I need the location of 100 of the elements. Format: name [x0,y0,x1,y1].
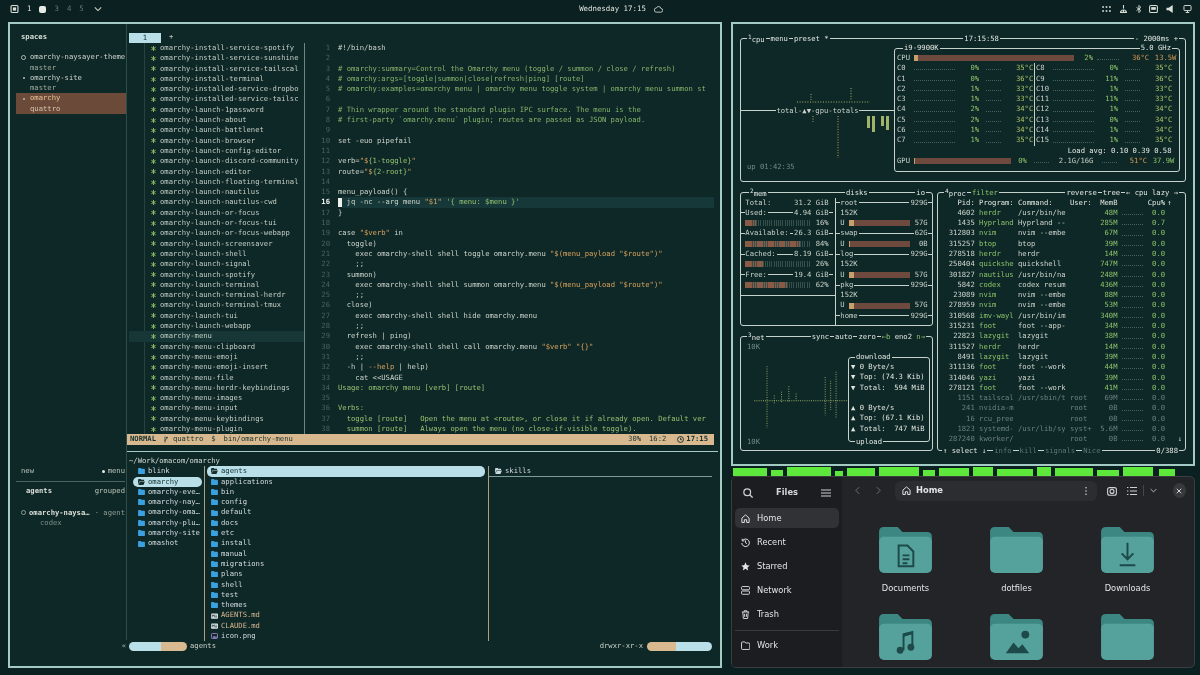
core-usage-sparkline [1053,128,1095,133]
close-button[interactable] [1172,483,1186,498]
asterisk-icon [151,148,156,154]
open-folder-icon [495,467,502,474]
open-folder-icon [138,478,145,485]
folder-icon [211,489,218,496]
core-usage-sparkline [914,87,956,92]
temp-sparkline [1097,56,1119,61]
folder-icon [138,489,145,496]
camera-icon[interactable] [1107,485,1117,496]
folder-icon [138,509,145,516]
markdown-icon [211,622,218,629]
search-icon[interactable] [743,487,753,498]
dot-icon [101,469,105,473]
sidebar-item[interactable]: Recent [735,532,839,552]
cpu-sparkline [1121,437,1144,442]
cpu-sparkline [1121,252,1144,257]
folder-icon [211,550,218,557]
asterisk-icon [151,303,156,309]
asterisk-icon [151,241,156,247]
core-usage-sparkline [914,66,956,71]
asterisk-icon [151,169,156,175]
cloud-icon[interactable] [653,5,663,13]
home-icon [902,486,911,495]
app-title: Files [776,487,798,498]
cpu-sparkline [1121,283,1144,287]
asterisk-icon [151,375,156,381]
display-icon[interactable] [1149,5,1158,13]
asterisk-icon [151,395,156,401]
asterisk-icon [151,333,156,339]
cpu-sparkline [1121,386,1144,390]
cpu-sparkline [1121,365,1144,370]
asterisk-icon [151,282,156,288]
window-icon[interactable] [10,5,19,13]
branch-icon [163,436,168,444]
folder-item[interactable]: Downloads [1072,526,1183,594]
folder-icon [211,519,218,526]
folder-icon [211,561,218,568]
dots-grid-icon[interactable] [1102,5,1111,13]
folder-icon [138,519,145,526]
asterisk-icon [151,385,156,391]
cpu-sparkline [1121,221,1144,226]
folder-icon [138,530,145,537]
temp-sparkline [985,128,1001,133]
speaker-icon[interactable] [1166,5,1175,13]
asterisk-icon [151,158,156,164]
asterisk-icon [151,189,156,195]
asterisk-icon [151,416,156,422]
text-cursor [338,198,343,208]
robot-icon[interactable] [1119,5,1128,13]
asterisk-icon [151,406,156,412]
sidebar-item[interactable]: Trash [735,604,839,624]
folder-item[interactable]: dotfiles [961,526,1072,594]
folder-icon [211,530,218,537]
folder-icon [211,581,218,588]
asterisk-icon [151,76,156,82]
asterisk-icon [151,210,156,216]
home-icon [741,513,750,523]
asterisk-icon [151,117,156,123]
asterisk-icon [151,200,156,206]
mode-pill [129,641,187,651]
cpu-sparkline [1121,396,1144,401]
active-workspace-icon[interactable] [39,5,47,13]
folder-item[interactable]: Documents [850,526,961,594]
asterisk-icon [151,344,156,350]
sidebar-item[interactable]: Starred [735,556,839,576]
monitor-icon[interactable] [1183,5,1192,13]
core-usage-sparkline [1053,87,1095,92]
asterisk-icon [151,272,156,278]
location-bar[interactable]: Home [895,480,1097,501]
asterisk-icon [151,55,156,61]
open-folder-icon [211,468,218,475]
folder-icon [211,478,218,485]
folder-icon [211,592,218,598]
cpu-sparkline [1121,324,1144,329]
chevron-down-icon[interactable] [93,7,102,11]
folder-icon [138,468,145,475]
asterisk-icon [151,426,156,432]
asterisk-icon [151,220,156,226]
menu-icon[interactable] [821,487,831,498]
image-icon [211,633,218,640]
folder-icon [138,540,145,547]
chevron-down-icon[interactable] [1149,488,1157,493]
asterisk-icon [151,313,156,319]
sidebar-item[interactable]: Work [735,635,839,655]
folder-icon [211,602,218,609]
sidebar-item[interactable]: Network [735,580,839,600]
core-usage-sparkline [1053,66,1095,71]
asterisk-icon [151,128,156,133]
ring-icon [21,54,26,60]
temp-sparkline [1124,97,1140,102]
bluetooth-icon[interactable] [1136,5,1141,13]
temp-sparkline [985,66,1001,71]
star-icon [741,561,750,571]
asterisk-icon [151,251,156,257]
sidebar-item[interactable]: Home [735,508,839,528]
list-icon[interactable] [1127,485,1137,496]
clock-icon [677,436,685,444]
asterisk-icon [151,323,156,329]
folder-icon [138,499,145,506]
